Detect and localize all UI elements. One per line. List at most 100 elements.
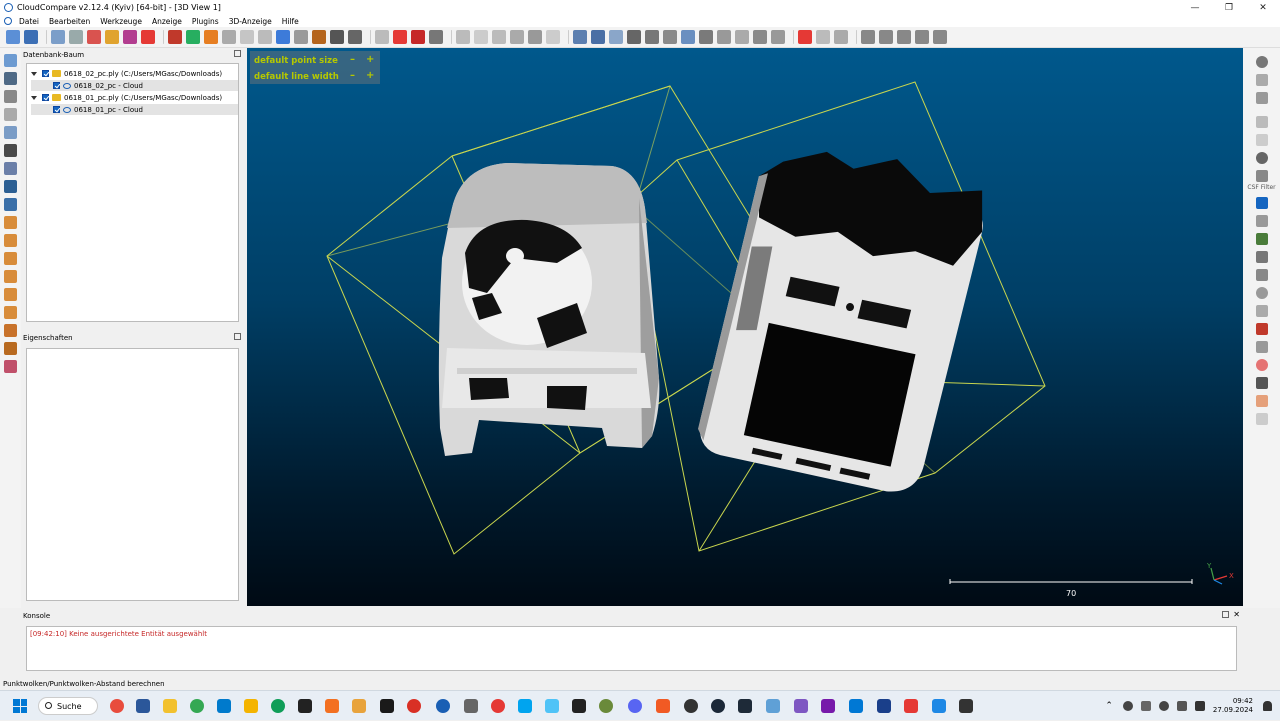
pick-point-icon[interactable] — [375, 30, 389, 44]
plugin-animation-icon[interactable] — [1255, 323, 1268, 335]
taskbar-chrome-icon[interactable] — [190, 699, 204, 713]
screenshot-icon[interactable] — [663, 30, 677, 44]
csf-filter-icon[interactable] — [1255, 170, 1268, 182]
save-file-icon[interactable] — [24, 30, 38, 44]
delete-icon[interactable] — [141, 30, 155, 44]
3d-view[interactable]: X Y default point size – + default line … — [247, 48, 1243, 606]
taskbar-todo-icon[interactable] — [932, 699, 946, 713]
point-size-plus-button[interactable]: + — [366, 54, 374, 65]
plugin-mplane-icon[interactable] — [1255, 305, 1268, 317]
undock-icon[interactable] — [234, 50, 241, 57]
taskbar-app-icon[interactable] — [491, 699, 505, 713]
taskbar-app-icon[interactable] — [766, 699, 780, 713]
compute-plane-icon[interactable] — [411, 30, 425, 44]
chain-icon[interactable] — [735, 30, 749, 44]
view-front-icon[interactable] — [861, 30, 875, 44]
sample-points-icon[interactable] — [87, 30, 101, 44]
open-file-icon[interactable] — [6, 30, 20, 44]
undock-icon[interactable] — [1222, 611, 1229, 618]
app-menu-icon[interactable] — [4, 17, 12, 25]
add-icon[interactable] — [528, 30, 542, 44]
scalar-field-icon[interactable] — [573, 30, 587, 44]
mic-icon[interactable] — [1122, 701, 1133, 711]
line-width-plus-button[interactable]: + — [366, 70, 374, 81]
taskbar-steam-icon[interactable] — [711, 699, 725, 713]
plugin-ransac-icon[interactable] — [1255, 116, 1268, 128]
checkerboard-icon[interactable] — [330, 30, 344, 44]
view-iso-icon[interactable] — [933, 30, 947, 44]
plugin-shield-icon[interactable] — [1255, 251, 1268, 263]
plugin-qcanupo-icon[interactable] — [1255, 395, 1268, 407]
menu-bearbeiten[interactable]: Bearbeiten — [44, 17, 95, 26]
box-icon[interactable] — [510, 30, 524, 44]
taskbar-cloudcompare-icon[interactable] — [436, 699, 450, 713]
plugin-tray-icon[interactable] — [1255, 413, 1268, 425]
classify-icon[interactable] — [591, 30, 605, 44]
classify-2-icon[interactable] — [609, 30, 623, 44]
plugin-normals-icon[interactable] — [1255, 197, 1268, 209]
plugin-ellipse-icon[interactable] — [1255, 359, 1268, 371]
taskbar-app-icon[interactable] — [684, 699, 698, 713]
move-icon[interactable] — [4, 180, 17, 193]
global-zoom-icon[interactable] — [4, 54, 17, 67]
view-left-icon[interactable] — [4, 252, 17, 265]
plugin-sphere-icon[interactable] — [1255, 287, 1268, 299]
taskbar-app-icon[interactable] — [136, 699, 150, 713]
menu-werkzeuge[interactable]: Werkzeuge — [95, 17, 147, 26]
taskbar-app-icon[interactable] — [325, 699, 339, 713]
pivot-icon[interactable] — [4, 108, 17, 121]
pixel-ratio-icon[interactable] — [4, 90, 17, 103]
notification-bell-icon[interactable] — [1263, 701, 1272, 711]
cross-section-icon[interactable] — [429, 30, 443, 44]
taskbar-folder-icon[interactable] — [163, 699, 177, 713]
view-top-icon[interactable] — [4, 216, 17, 229]
histogram-icon[interactable] — [456, 30, 470, 44]
plugin-compass-icon[interactable] — [1255, 56, 1268, 68]
monitor-icon[interactable] — [1140, 701, 1151, 711]
taskbar-outlook-icon[interactable] — [849, 699, 863, 713]
taskbar-app-icon[interactable] — [380, 699, 394, 713]
taskbar-app-icon[interactable] — [545, 699, 559, 713]
taskbar-app-icon[interactable] — [407, 699, 421, 713]
sor-filter-icon[interactable] — [348, 30, 362, 44]
iso-view-1-icon[interactable] — [4, 324, 17, 337]
noise-filter-icon[interactable] — [312, 30, 326, 44]
volume-icon[interactable] — [1176, 701, 1187, 711]
view-right-icon[interactable] — [4, 288, 17, 301]
taskbar-blender-icon[interactable] — [352, 699, 366, 713]
view-front-icon[interactable] — [4, 234, 17, 247]
menu-hilfe[interactable]: Hilfe — [277, 17, 304, 26]
taskbar-onenote-icon[interactable] — [821, 699, 835, 713]
tree-item[interactable]: 0618_01_pc.ply (C:/Users/MGasc/Downloads… — [31, 92, 238, 103]
line-width-minus-button[interactable]: – — [350, 70, 355, 81]
taskbar-app-icon[interactable] — [518, 699, 532, 713]
taskbar-app-icon[interactable] — [656, 699, 670, 713]
cloud-mesh-distance-icon[interactable] — [294, 30, 308, 44]
fm-icon[interactable] — [645, 30, 659, 44]
stereo-icon[interactable] — [4, 360, 17, 373]
visibility-checkbox[interactable] — [53, 82, 60, 89]
fine-register-icon[interactable] — [258, 30, 272, 44]
wifi-icon[interactable] — [1158, 701, 1169, 711]
plugin-layers-icon[interactable] — [1255, 341, 1268, 353]
layers-icon[interactable] — [546, 30, 560, 44]
taskbar-app-icon[interactable] — [464, 699, 478, 713]
taskbar-app-icon[interactable] — [298, 699, 312, 713]
pan-icon[interactable] — [4, 126, 17, 139]
tree-item[interactable]: 0618_01_pc - Cloud — [31, 104, 238, 115]
camera-icon[interactable] — [681, 30, 695, 44]
menu-anzeige[interactable]: Anzeige — [147, 17, 187, 26]
clone-icon[interactable] — [123, 30, 137, 44]
chart-icon[interactable] — [474, 30, 488, 44]
taskbar-app-icon[interactable] — [244, 699, 258, 713]
sphere-icon[interactable] — [699, 30, 713, 44]
clock[interactable]: 09:42 27.09.2024 — [1213, 697, 1253, 715]
tree-item[interactable]: 0618_02_pc - Cloud — [31, 80, 238, 91]
view-bottom-icon[interactable] — [4, 306, 17, 319]
taskbar-terminal-icon[interactable] — [959, 699, 973, 713]
segment-icon[interactable] — [168, 30, 182, 44]
taskbar-app-icon[interactable] — [904, 699, 918, 713]
hpr-icon[interactable] — [753, 30, 767, 44]
taskbar-app-icon[interactable] — [271, 699, 285, 713]
menu-3d-anzeige[interactable]: 3D-Anzeige — [224, 17, 277, 26]
